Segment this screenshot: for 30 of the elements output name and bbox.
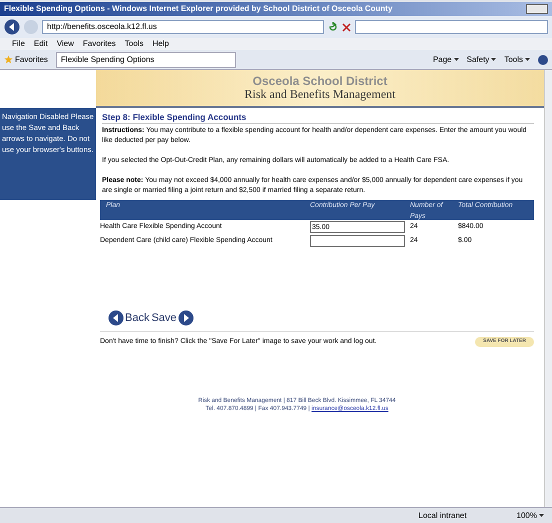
save-button[interactable]: Save (151, 310, 194, 326)
caret-icon (539, 514, 544, 517)
address-field[interactable]: http://benefits.osceola.k12.fl.us (42, 20, 324, 34)
menu-item[interactable]: Favorites (82, 38, 116, 50)
star-icon (4, 55, 13, 64)
window-title: Flexible Spending Options - Windows Internet Explorer provided by School District of Osceola County (4, 3, 394, 15)
search-field[interactable] (355, 20, 548, 34)
command-menu[interactable]: Page (432, 54, 459, 66)
zoom-level[interactable]: 100% (516, 510, 544, 522)
menu-item[interactable]: View (56, 38, 74, 50)
status-zone: Local intranet (418, 510, 468, 522)
department-name: Risk and Benefits Management (244, 88, 396, 101)
step-heading: Step 8: Flexible Spending Accounts (102, 112, 534, 124)
back-button[interactable]: Back (108, 310, 150, 326)
caret-icon (454, 58, 459, 61)
favorites-button[interactable]: Favorites (4, 54, 48, 66)
district-name: Osceola School District (252, 75, 388, 88)
menu-item[interactable]: File (12, 38, 25, 50)
menu-item[interactable]: Help (152, 38, 169, 50)
command-menu[interactable]: Tools (504, 54, 530, 66)
command-menu[interactable]: Safety (466, 54, 496, 66)
browser-tab[interactable]: Flexible Spending Options (56, 52, 236, 68)
caret-icon (525, 58, 530, 61)
window-controls-icon[interactable] (526, 4, 548, 14)
contribution-field[interactable] (310, 235, 405, 247)
menu-item[interactable]: Tools (124, 38, 144, 50)
close-icon[interactable] (342, 22, 351, 32)
refresh-icon[interactable] (328, 22, 338, 32)
caret-icon (491, 58, 496, 61)
menu-item[interactable]: Edit (34, 38, 48, 50)
